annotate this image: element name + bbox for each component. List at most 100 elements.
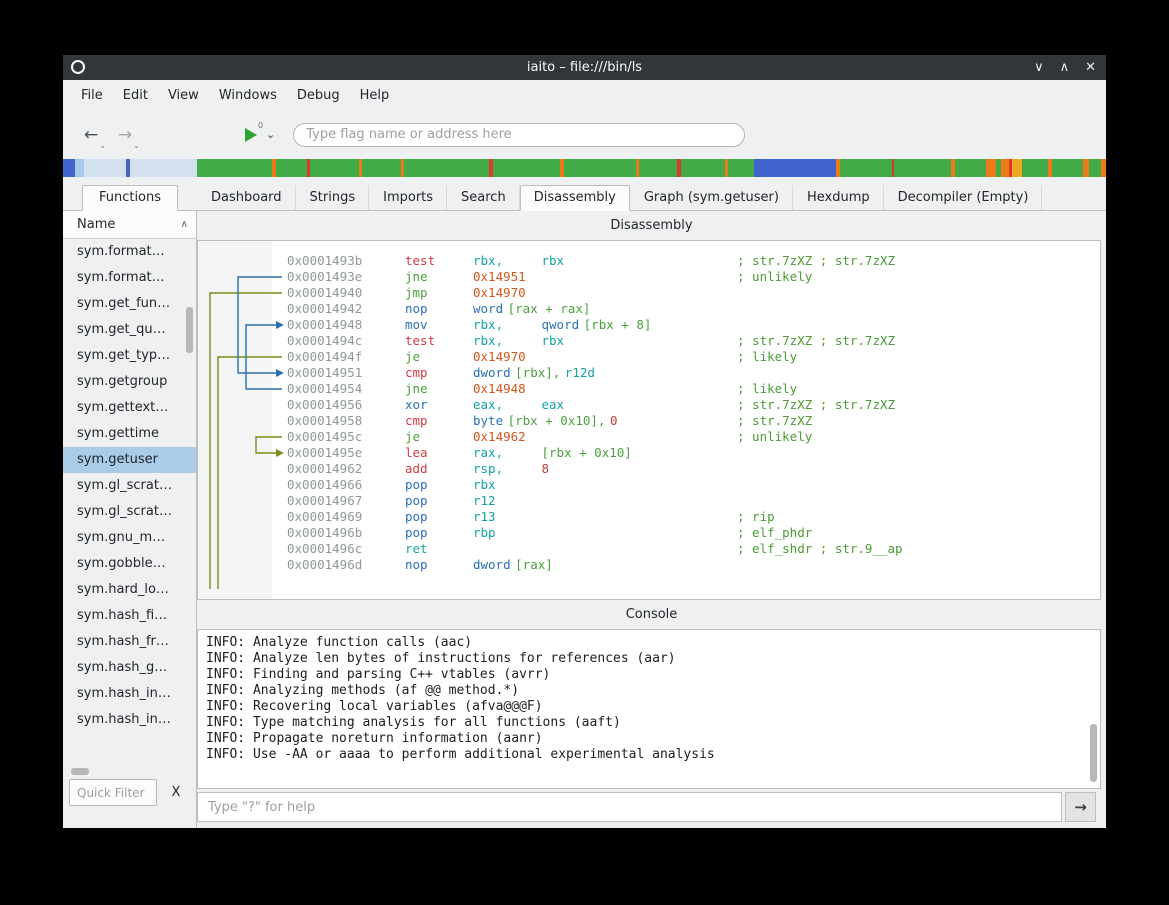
function-list-item[interactable]: sym.get_typ… xyxy=(63,343,196,369)
tab-disassembly[interactable]: Disassembly xyxy=(520,185,630,211)
memory-map-segment[interactable] xyxy=(894,159,951,177)
disasm-line[interactable]: 0x00014966poprbx xyxy=(287,477,1100,493)
tab-graph-sym-getuser[interactable]: Graph (sym.getuser) xyxy=(630,185,793,210)
memory-map-segment[interactable] xyxy=(362,159,401,177)
function-list-item[interactable]: sym.get_fun… xyxy=(63,291,196,317)
memory-map-segment[interactable] xyxy=(728,159,754,177)
menu-item-debug[interactable]: Debug xyxy=(287,83,350,108)
memory-map-segment[interactable] xyxy=(310,159,359,177)
memory-map-segment[interactable] xyxy=(1052,159,1083,177)
function-list-item[interactable]: sym.hard_lo… xyxy=(63,577,196,603)
functions-scrollbar-thumb[interactable] xyxy=(186,307,193,353)
disasm-line[interactable]: 0x00014962addrsp,8 xyxy=(287,461,1100,477)
memory-map-segment[interactable] xyxy=(130,159,197,177)
tab-hexdump[interactable]: Hexdump xyxy=(793,185,884,210)
disasm-line[interactable]: 0x0001495cje0x14962; unlikely xyxy=(287,429,1100,445)
tab-decompiler-empty[interactable]: Decompiler (Empty) xyxy=(884,185,1043,210)
function-list-item[interactable]: sym.gl_scrat… xyxy=(63,499,196,525)
function-list-item[interactable]: sym.hash_fi… xyxy=(63,603,196,629)
function-list-item[interactable]: sym.hash_fr… xyxy=(63,629,196,655)
function-list-item[interactable]: sym.gl_scrat… xyxy=(63,473,196,499)
function-list-item[interactable]: sym.getgroup xyxy=(63,369,196,395)
functions-name-header[interactable]: Name ∧ xyxy=(63,211,196,239)
memory-map-segment[interactable] xyxy=(955,159,986,177)
forward-button[interactable]: → ⌄ xyxy=(113,123,137,147)
disasm-line[interactable]: 0x00014954jne0x14948; likely xyxy=(287,381,1100,397)
function-list-item[interactable]: sym.format… xyxy=(63,239,196,265)
quick-filter-close-button[interactable]: X xyxy=(163,780,189,806)
start-debug-icon[interactable] xyxy=(245,128,257,142)
memory-map-segment[interactable] xyxy=(404,159,489,177)
function-list-item[interactable]: sym.get_qu… xyxy=(63,317,196,343)
tab-dashboard[interactable]: Dashboard xyxy=(197,185,296,210)
memory-map-segment[interactable] xyxy=(1101,159,1106,177)
functions-hscrollbar-thumb[interactable] xyxy=(71,768,89,775)
debug-dropdown-chevron-icon[interactable]: ⌄ xyxy=(266,128,275,141)
memory-map-segment[interactable] xyxy=(1001,159,1009,177)
function-list-item[interactable]: sym.getuser xyxy=(63,447,196,473)
menu-item-windows[interactable]: Windows xyxy=(209,83,287,108)
tab-imports[interactable]: Imports xyxy=(369,185,447,210)
console-scrollbar-thumb[interactable] xyxy=(1090,724,1097,782)
function-list-item[interactable]: sym.gettime xyxy=(63,421,196,447)
functions-dock-tab[interactable]: Functions xyxy=(82,185,178,211)
disasm-line[interactable]: 0x00014948movrbx,qword[rbx + 8] xyxy=(287,317,1100,333)
memory-map-segment[interactable] xyxy=(986,159,996,177)
title-bar[interactable]: iaito – file:///bin/ls ∨ ∧ ✕ xyxy=(63,55,1106,80)
menu-item-help[interactable]: Help xyxy=(350,83,400,108)
disasm-line[interactable]: 0x00014942nopword[rax + rax] xyxy=(287,301,1100,317)
console-command-input[interactable] xyxy=(197,792,1062,822)
disasm-line[interactable]: 0x00014951cmpdword[rbx],r12d xyxy=(287,365,1100,381)
function-list-item[interactable]: sym.format… xyxy=(63,265,196,291)
memory-map-segment[interactable] xyxy=(681,159,725,177)
console-send-button[interactable]: → xyxy=(1065,792,1096,822)
function-list-item[interactable]: sym.hash_in… xyxy=(63,707,196,733)
function-list-item[interactable]: sym.hash_in… xyxy=(63,681,196,707)
function-list-item[interactable]: sym.gettext… xyxy=(63,395,196,421)
disasm-line[interactable]: 0x00014958cmpbyte[rbx + 0x10],0; str.7zX… xyxy=(287,413,1100,429)
disasm-line[interactable]: 0x0001496bpoprbp; elf_phdr xyxy=(287,525,1100,541)
disasm-line[interactable]: 0x0001494ctestrbx,rbx; str.7zXZ ; str.7z… xyxy=(287,333,1100,349)
disasm-line[interactable]: 0x0001494fje0x14970; likely xyxy=(287,349,1100,365)
memory-map-segment[interactable] xyxy=(84,159,127,177)
quick-filter-input[interactable] xyxy=(69,779,157,806)
memory-map-segment[interactable] xyxy=(754,159,837,177)
tab-strings[interactable]: Strings xyxy=(296,185,370,210)
memory-map-bar[interactable] xyxy=(63,159,1106,177)
flag-search-input[interactable] xyxy=(293,123,745,147)
memory-map-segment[interactable] xyxy=(197,159,272,177)
disasm-line[interactable]: 0x00014969popr13; rip xyxy=(287,509,1100,525)
disasm-line[interactable]: 0x0001495elearax,[rbx + 0x10] xyxy=(287,445,1100,461)
disasm-line[interactable]: 0x00014967popr12 xyxy=(287,493,1100,509)
tab-search[interactable]: Search xyxy=(447,185,520,210)
disasm-line[interactable]: 0x0001493btestrbx,rbx; str.7zXZ ; str.7z… xyxy=(287,253,1100,269)
memory-map-segment[interactable] xyxy=(75,159,84,177)
disassembly-view[interactable]: 0x0001493btestrbx,rbx; str.7zXZ ; str.7z… xyxy=(197,240,1101,600)
back-button[interactable]: ← ⌄ xyxy=(79,123,103,147)
menu-item-view[interactable]: View xyxy=(158,83,209,108)
memory-map-segment[interactable] xyxy=(276,159,307,177)
memory-map-segment[interactable] xyxy=(493,159,560,177)
console-output[interactable]: INFO: Analyze function calls (aac)INFO: … xyxy=(197,629,1101,789)
close-window-icon[interactable]: ✕ xyxy=(1085,55,1096,80)
disasm-line[interactable]: 0x0001496cret; elf_shdr ; str.9__ap xyxy=(287,541,1100,557)
function-list-item[interactable]: sym.gnu_m… xyxy=(63,525,196,551)
memory-map-segment[interactable] xyxy=(639,159,678,177)
function-list-item[interactable]: sym.hash_g… xyxy=(63,655,196,681)
memory-map-segment[interactable] xyxy=(564,159,636,177)
memory-map-segment[interactable] xyxy=(63,159,75,177)
menu-item-edit[interactable]: Edit xyxy=(113,83,158,108)
memory-map-segment[interactable] xyxy=(1012,159,1022,177)
maximize-window-icon[interactable]: ∧ xyxy=(1060,55,1070,80)
disasm-line[interactable]: 0x00014956xoreax,eax; str.7zXZ ; str.7zX… xyxy=(287,397,1100,413)
disasm-line[interactable]: 0x00014940jmp0x14970 xyxy=(287,285,1100,301)
menu-item-file[interactable]: File xyxy=(71,83,113,108)
memory-map-segment[interactable] xyxy=(1022,159,1048,177)
function-list-item[interactable]: sym.gobble… xyxy=(63,551,196,577)
disasm-comment: ; unlikely xyxy=(737,269,1100,285)
shade-window-icon[interactable]: ∨ xyxy=(1034,55,1044,80)
memory-map-segment[interactable] xyxy=(1089,159,1101,177)
memory-map-segment[interactable] xyxy=(840,159,892,177)
disasm-line[interactable]: 0x0001496dnopdword[rax] xyxy=(287,557,1100,573)
disasm-line[interactable]: 0x0001493ejne0x14951; unlikely xyxy=(287,269,1100,285)
